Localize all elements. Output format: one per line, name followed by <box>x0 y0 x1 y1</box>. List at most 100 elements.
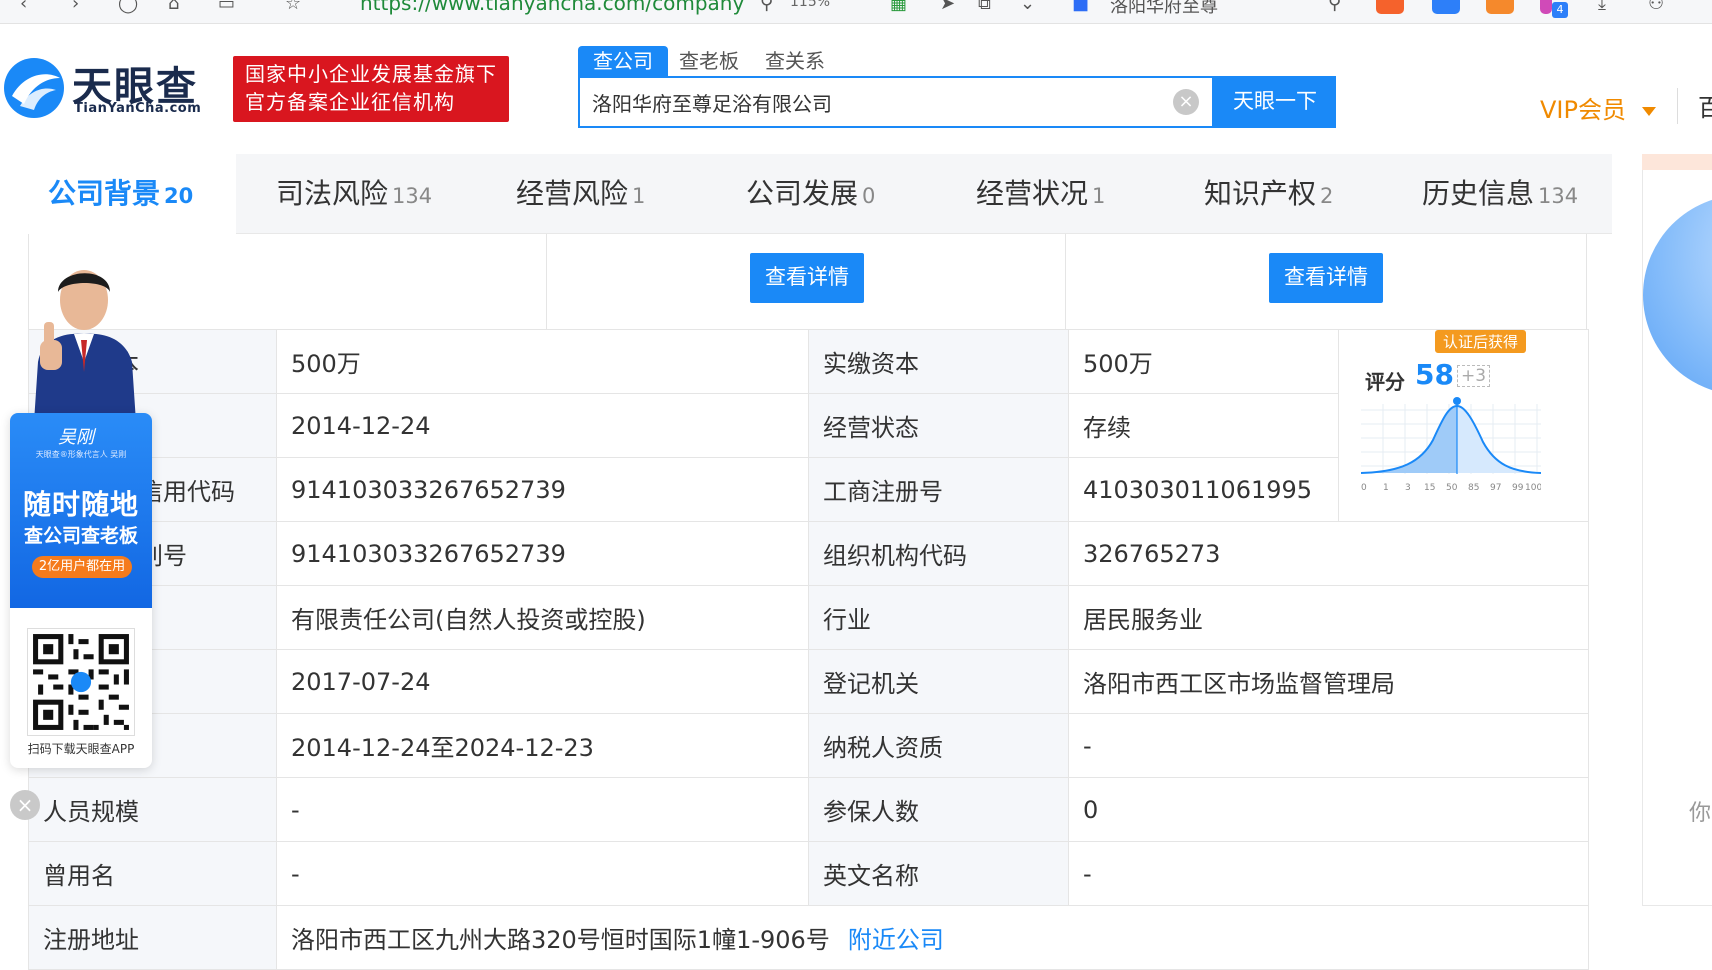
header-divider <box>1677 88 1678 124</box>
field-label: 行业 <box>808 585 1069 650</box>
table-row: 注册地址 洛阳市西工区九州大路320号恒时国际1幢1-906号 附近公司 <box>28 905 1589 970</box>
zoom-level[interactable]: 115% <box>790 0 830 10</box>
share-icon[interactable]: ➤ <box>940 0 955 14</box>
view-details-button[interactable]: 查看详情 <box>750 253 864 303</box>
search-icon[interactable]: ⚲ <box>1328 0 1341 14</box>
chevron-down-icon[interactable]: ⌄ <box>1020 0 1035 14</box>
address-bar[interactable]: https://www.tianyancha.com/company <box>360 0 744 15</box>
field-label: 注册地址 <box>28 905 277 970</box>
address-text: 洛阳市西工区九州大路320号恒时国际1幢1-906号 <box>291 926 830 954</box>
screenshot-icon[interactable]: ⧉ <box>978 0 991 14</box>
nav-tab-operation-status[interactable]: 经营状况 1 <box>976 154 1105 234</box>
table-row: 注册资本 500万 实缴资本 500万 认证后获得 评分 58 +3 <box>28 329 1589 522</box>
download-icon[interactable]: ⤓ <box>1598 0 1606 14</box>
site-header: 天眼查 TianYanCha.com 国家中小企业发展基金旗下 官方备案企业征信… <box>0 24 1712 154</box>
field-value: 2014-12-24 <box>276 393 809 458</box>
close-icon[interactable]: × <box>10 790 40 820</box>
field-label: 参保人数 <box>808 777 1069 842</box>
search-tab-relation[interactable]: 查关系 <box>750 46 840 76</box>
search-input[interactable] <box>592 78 1132 126</box>
promo-headline: 随时随地 <box>22 488 139 521</box>
axis-tick: 100 <box>1525 483 1541 493</box>
promo-banner: 吴刚 天眼查®形象代言人 吴刚 随时随地 查公司查老板 2亿用户都在用 <box>10 413 152 608</box>
zoom-icon[interactable]: ⚲ <box>760 0 773 14</box>
games-icon[interactable]: ⚇ <box>1648 0 1664 14</box>
nearby-companies-link[interactable]: 附近公司 <box>848 926 944 954</box>
field-label: 组织机构代码 <box>808 521 1069 586</box>
table-row: 曾用名 - 英文名称 - <box>28 841 1589 906</box>
nav-tab-count: 20 <box>164 184 194 208</box>
nav-tab-count: 134 <box>392 184 433 208</box>
nav-tab-history[interactable]: 历史信息 134 <box>1422 154 1578 234</box>
field-value: - <box>1068 841 1589 906</box>
slogan-line-1: 国家中小企业发展基金旗下 <box>245 62 497 86</box>
promo-spokesperson-text: 天眼查®形象代言人 吴刚 <box>35 450 127 459</box>
field-label: 曾用名 <box>28 841 277 906</box>
axis-tick: 0 <box>1361 483 1367 493</box>
table-row: 纳税人识别号 914103033267652739 组织机构代码 3267652… <box>28 521 1589 586</box>
table-row: 营业期限 2014-12-24至2024-12-23 纳税人资质 - <box>28 713 1589 778</box>
axis-tick: 1 <box>1383 483 1389 493</box>
nav-tab-count: 2 <box>1320 184 1334 208</box>
forward-icon[interactable]: › <box>72 0 79 14</box>
table-row: 公司类型 有限责任公司(自然人投资或控股) 行业 居民服务业 <box>28 585 1589 650</box>
side-panel-top-strip <box>1642 154 1712 170</box>
company-nav-tabs: 公司背景 20 司法风险 134 经营风险 1 公司发展 0 经营状况 1 知识产权 2 历… <box>0 154 1612 234</box>
score-bonus: +3 <box>1457 365 1491 387</box>
field-value: 500万 <box>276 329 809 394</box>
field-value: 洛阳市西工区九州大路320号恒时国际1幢1-906号 附近公司 <box>276 905 1589 970</box>
side-panel-text: 你 <box>1689 801 1712 826</box>
header-menu-item[interactable]: 百 <box>1698 88 1712 123</box>
notes-extension-icon[interactable] <box>1432 0 1460 14</box>
nav-tab-judicial-risk[interactable]: 司法风险 134 <box>276 154 432 234</box>
back-icon[interactable]: ‹ <box>20 0 27 14</box>
nav-tab-intellectual-property[interactable]: 知识产权 2 <box>1204 154 1333 234</box>
promo-signature: 吴刚 <box>58 427 94 448</box>
axis-tick: 50 <box>1446 483 1458 493</box>
refresh-icon[interactable]: ◯ <box>118 0 138 14</box>
extension-icon[interactable]: ▦ <box>890 0 907 14</box>
star-icon[interactable]: ☆ <box>285 0 301 14</box>
home-icon[interactable]: ⌂ <box>168 0 179 14</box>
nav-tab-count: 1 <box>1092 184 1106 208</box>
field-value: - <box>276 777 809 842</box>
nav-tab-operating-risk[interactable]: 经营风险 1 <box>516 154 645 234</box>
nav-tab-background[interactable]: 公司背景 20 <box>0 154 236 234</box>
plugin-extension-icon[interactable] <box>1540 0 1552 14</box>
score-value: 58 <box>1415 358 1454 391</box>
app-promo-card[interactable]: 吴刚 天眼查®形象代言人 吴刚 随时随地 查公司查老板 2亿用户都在用 扫码下载… <box>10 413 152 768</box>
browser-toolbar: ‹ › ◯ ⌂ ▭ ☆ https://www.tianyancha.com/c… <box>0 0 1712 24</box>
tab-title[interactable]: 洛阳华府至尊 <box>1110 0 1218 18</box>
search-button[interactable]: 天眼一下 <box>1214 76 1336 128</box>
axis-tick: 15 <box>1424 483 1435 493</box>
search-tab-boss[interactable]: 查老板 <box>664 46 754 76</box>
view-details-button[interactable]: 查看详情 <box>1269 253 1383 303</box>
vip-menu[interactable]: VIP会员 <box>1540 90 1656 125</box>
axis-tick: 97 <box>1490 483 1501 493</box>
qr-code-icon <box>27 628 135 736</box>
field-value: 914103033267652739 <box>276 521 809 586</box>
field-label: 人员规模 <box>28 777 277 842</box>
field-label: 纳税人资质 <box>808 713 1069 778</box>
nav-tab-development[interactable]: 公司发展 0 <box>746 154 875 234</box>
promo-caption: 扫码下载天眼查APP <box>27 742 135 756</box>
nav-tab-count: 0 <box>862 184 876 208</box>
detail-button-row: 查看详情 查看详情 <box>28 234 1588 330</box>
field-value: - <box>1068 713 1589 778</box>
axis-tick: 99 <box>1512 483 1524 493</box>
field-value: 存续 <box>1068 393 1339 458</box>
weibo-extension-icon[interactable] <box>1376 0 1404 14</box>
tianyancha-logo-icon[interactable] <box>2 56 66 120</box>
bookmark-panel-icon[interactable]: ▭ <box>218 0 235 14</box>
field-value: 326765273 <box>1068 521 1589 586</box>
search-tab-company[interactable]: 查公司 <box>578 46 668 76</box>
nav-tab-label: 经营状况 <box>976 177 1089 210</box>
logo-domain: TianYanCha.com <box>74 101 202 116</box>
clear-icon[interactable]: × <box>1173 89 1199 115</box>
score-label: 评分 <box>1365 370 1405 394</box>
coupon-extension-icon[interactable] <box>1486 0 1514 14</box>
detail-cell: 查看详情 <box>547 234 1066 330</box>
slogan-line-2: 官方备案企业征信机构 <box>245 90 455 114</box>
credit-score-widget[interactable]: 认证后获得 评分 58 +3 0 1 3 15 50 85 97 99 100 <box>1338 329 1589 522</box>
field-label: 实缴资本 <box>808 329 1069 394</box>
